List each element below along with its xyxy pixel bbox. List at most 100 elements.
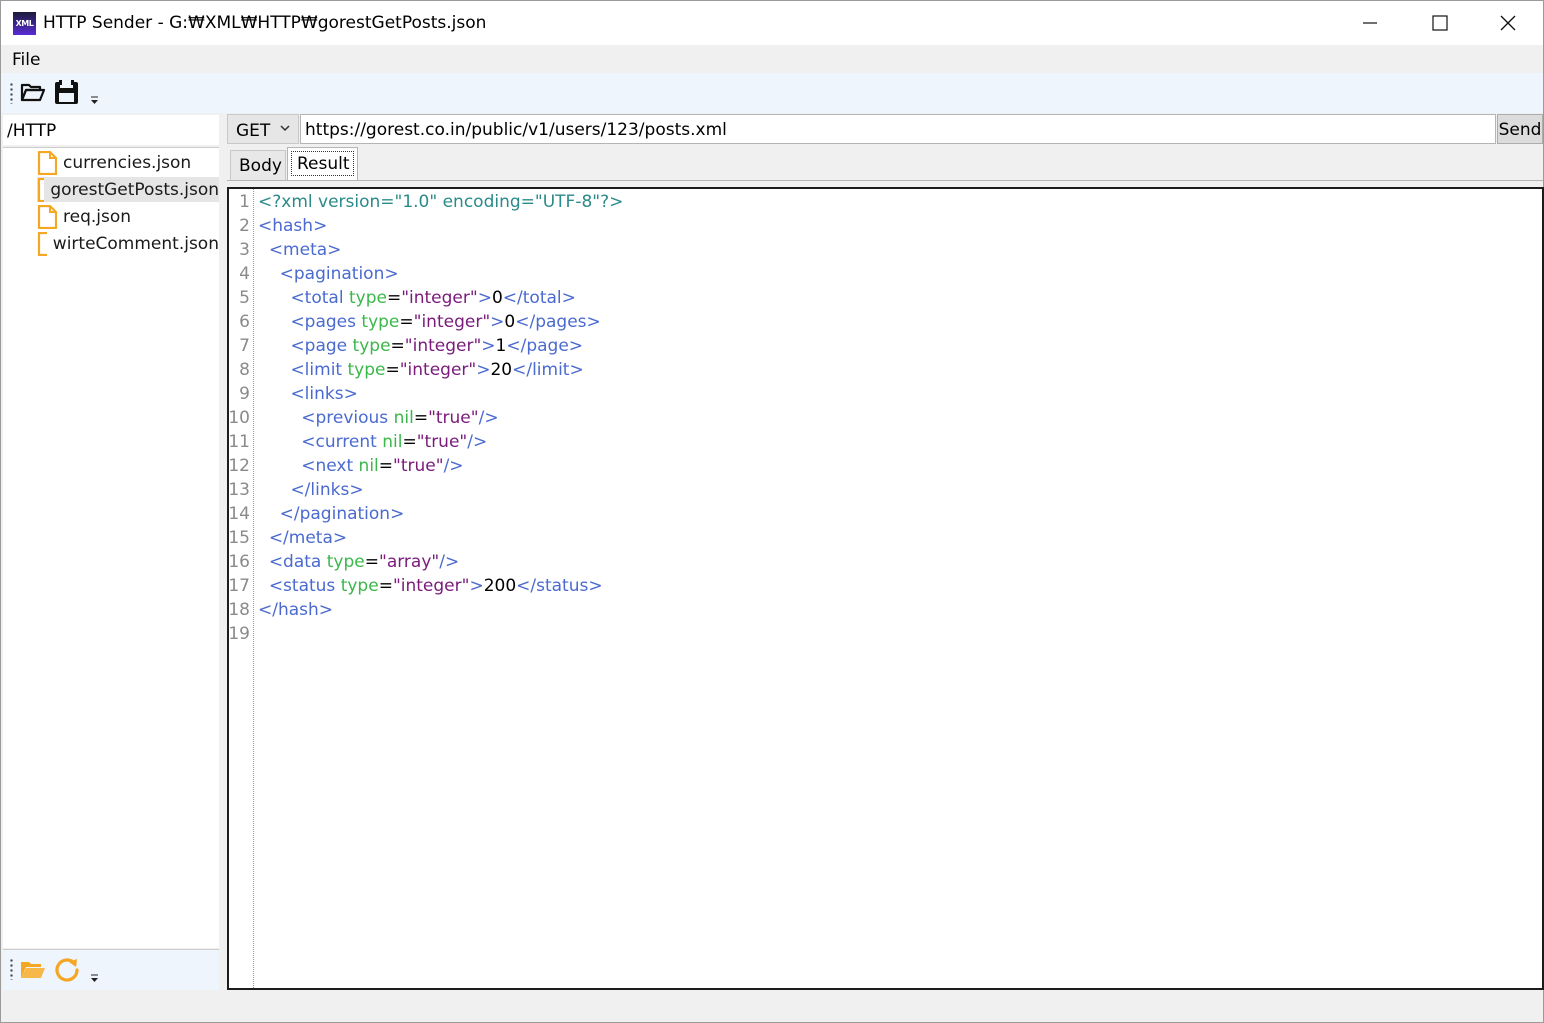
code-token-attr: nil	[358, 456, 379, 476]
menu-bar: File	[1, 45, 1543, 73]
send-button[interactable]: Send	[1497, 114, 1543, 144]
tree-item-wirtecomment[interactable]: wirteComment.json	[37, 231, 219, 256]
toolbar-grip[interactable]	[10, 82, 13, 104]
code-token-val: "integer"	[392, 576, 470, 596]
save-icon[interactable]	[54, 80, 79, 105]
code-line: </links>	[258, 480, 363, 500]
code-line: <limit type="integer">20</limit>	[258, 360, 583, 380]
code-token-attr: type	[348, 288, 387, 308]
code-token-tag: <pagination>	[279, 264, 399, 284]
tree-item-label: currencies.json	[63, 152, 192, 173]
line-number: 12	[228, 456, 250, 476]
code-line: </meta>	[258, 528, 347, 548]
line-number: 10	[228, 408, 250, 428]
overflow-arrow-icon[interactable]	[90, 974, 99, 983]
open-folder-icon[interactable]	[20, 81, 46, 103]
code-line: <pages type="integer">0</pages>	[258, 312, 600, 332]
status-bar	[1, 991, 1543, 1022]
url-value: https://gorest.co.in/public/v1/users/123…	[305, 120, 727, 140]
line-number-gutter: 1 2 3 4 5 6 7 8 9 10 11 12 13 14 15 16 17 18 19	[229, 189, 254, 988]
code-token-attr: type	[340, 576, 379, 596]
maximize-button[interactable]	[1405, 1, 1475, 45]
tree-item-req[interactable]: req.json	[37, 204, 219, 229]
code-token-tag: </total>	[502, 288, 576, 308]
line-number: 15	[228, 528, 250, 548]
url-input[interactable]: https://gorest.co.in/public/v1/users/123…	[300, 114, 1496, 144]
code-token-text: =	[390, 336, 405, 356]
code-token-attr: nil	[393, 408, 414, 428]
toolbar-grip[interactable]	[10, 958, 13, 980]
minimize-button[interactable]	[1335, 1, 1405, 45]
code-line: <data type="array"/>	[258, 552, 459, 572]
code-token-tag: <limit	[290, 360, 348, 380]
tree-item-gorestgetposts[interactable]: gorestGetPosts.json	[37, 177, 219, 202]
refresh-icon[interactable]	[54, 956, 80, 982]
tab-label: Result	[297, 154, 350, 174]
line-number: 5	[239, 288, 250, 308]
code-line: <current nil="true"/>	[258, 432, 487, 452]
code-token-text: =	[378, 456, 394, 476]
method-select[interactable]: GET	[227, 114, 299, 144]
close-button[interactable]	[1473, 1, 1543, 45]
file-icon	[37, 177, 45, 202]
code-token-tag: </page>	[506, 336, 584, 356]
code-token-text: =	[386, 288, 402, 308]
method-value: GET	[236, 121, 271, 141]
code-line: <next nil="true"/>	[258, 456, 464, 476]
code-token-text: 0	[491, 288, 503, 308]
folder-icon[interactable]	[20, 958, 46, 980]
code-token-tag: <links>	[290, 384, 358, 404]
line-number: 16	[228, 552, 250, 572]
tree-item-label: wirteComment.json	[52, 233, 219, 254]
code-token-text: 20	[490, 360, 513, 380]
code-token-tag: />	[467, 432, 488, 452]
code-token-tag: />	[443, 456, 464, 476]
minimize-icon	[1363, 22, 1377, 24]
title-bar: XML HTTP Sender - G:₩XML₩HTTP₩gorestGetP…	[1, 1, 1543, 45]
code-token-text: =	[385, 360, 400, 380]
result-editor[interactable]: 1 2 3 4 5 6 7 8 9 10 11 12 13 14 15 16 17 18 19 <?xml vers…	[227, 187, 1544, 990]
line-number: 9	[239, 384, 250, 404]
path-field[interactable]: /HTTP	[3, 115, 219, 145]
code-token-attr: type	[326, 552, 365, 572]
line-number: 3	[239, 240, 250, 260]
code-line: </pagination>	[258, 504, 405, 524]
code-token-tag: </pagination>	[279, 504, 405, 524]
menu-file[interactable]: File	[12, 50, 40, 70]
file-icon	[37, 204, 57, 229]
code-token-tag: <next	[301, 456, 359, 476]
code-token-val: "true"	[416, 432, 468, 452]
code-token-text: 1	[495, 336, 507, 356]
explorer-toolbar	[3, 949, 219, 990]
tab-label: Body	[239, 156, 282, 176]
code-token-text: 0	[504, 312, 516, 332]
code-line: <status type="integer">200</status>	[258, 576, 603, 596]
code-token-tag: </status>	[516, 576, 603, 596]
tab-body[interactable]: Body	[230, 150, 286, 180]
code-line: <?xml version="1.0" encoding="UTF-8"?>	[258, 192, 623, 212]
code-token-val: "integer"	[404, 336, 482, 356]
line-number: 18	[228, 600, 250, 620]
tree-item-label: req.json	[63, 206, 132, 227]
code-token-tag: <previous	[301, 408, 394, 428]
code-token-tag: <data	[268, 552, 327, 572]
tab-result[interactable]: Result	[287, 147, 358, 180]
line-number: 17	[228, 576, 250, 596]
path-text: /HTTP	[7, 121, 57, 141]
code-token-attr: nil	[382, 432, 403, 452]
tab-divider	[227, 180, 1543, 181]
overflow-arrow-icon[interactable]	[90, 96, 99, 105]
code-token-text: =	[413, 408, 429, 428]
tree-item-currencies[interactable]: currencies.json	[37, 150, 219, 175]
